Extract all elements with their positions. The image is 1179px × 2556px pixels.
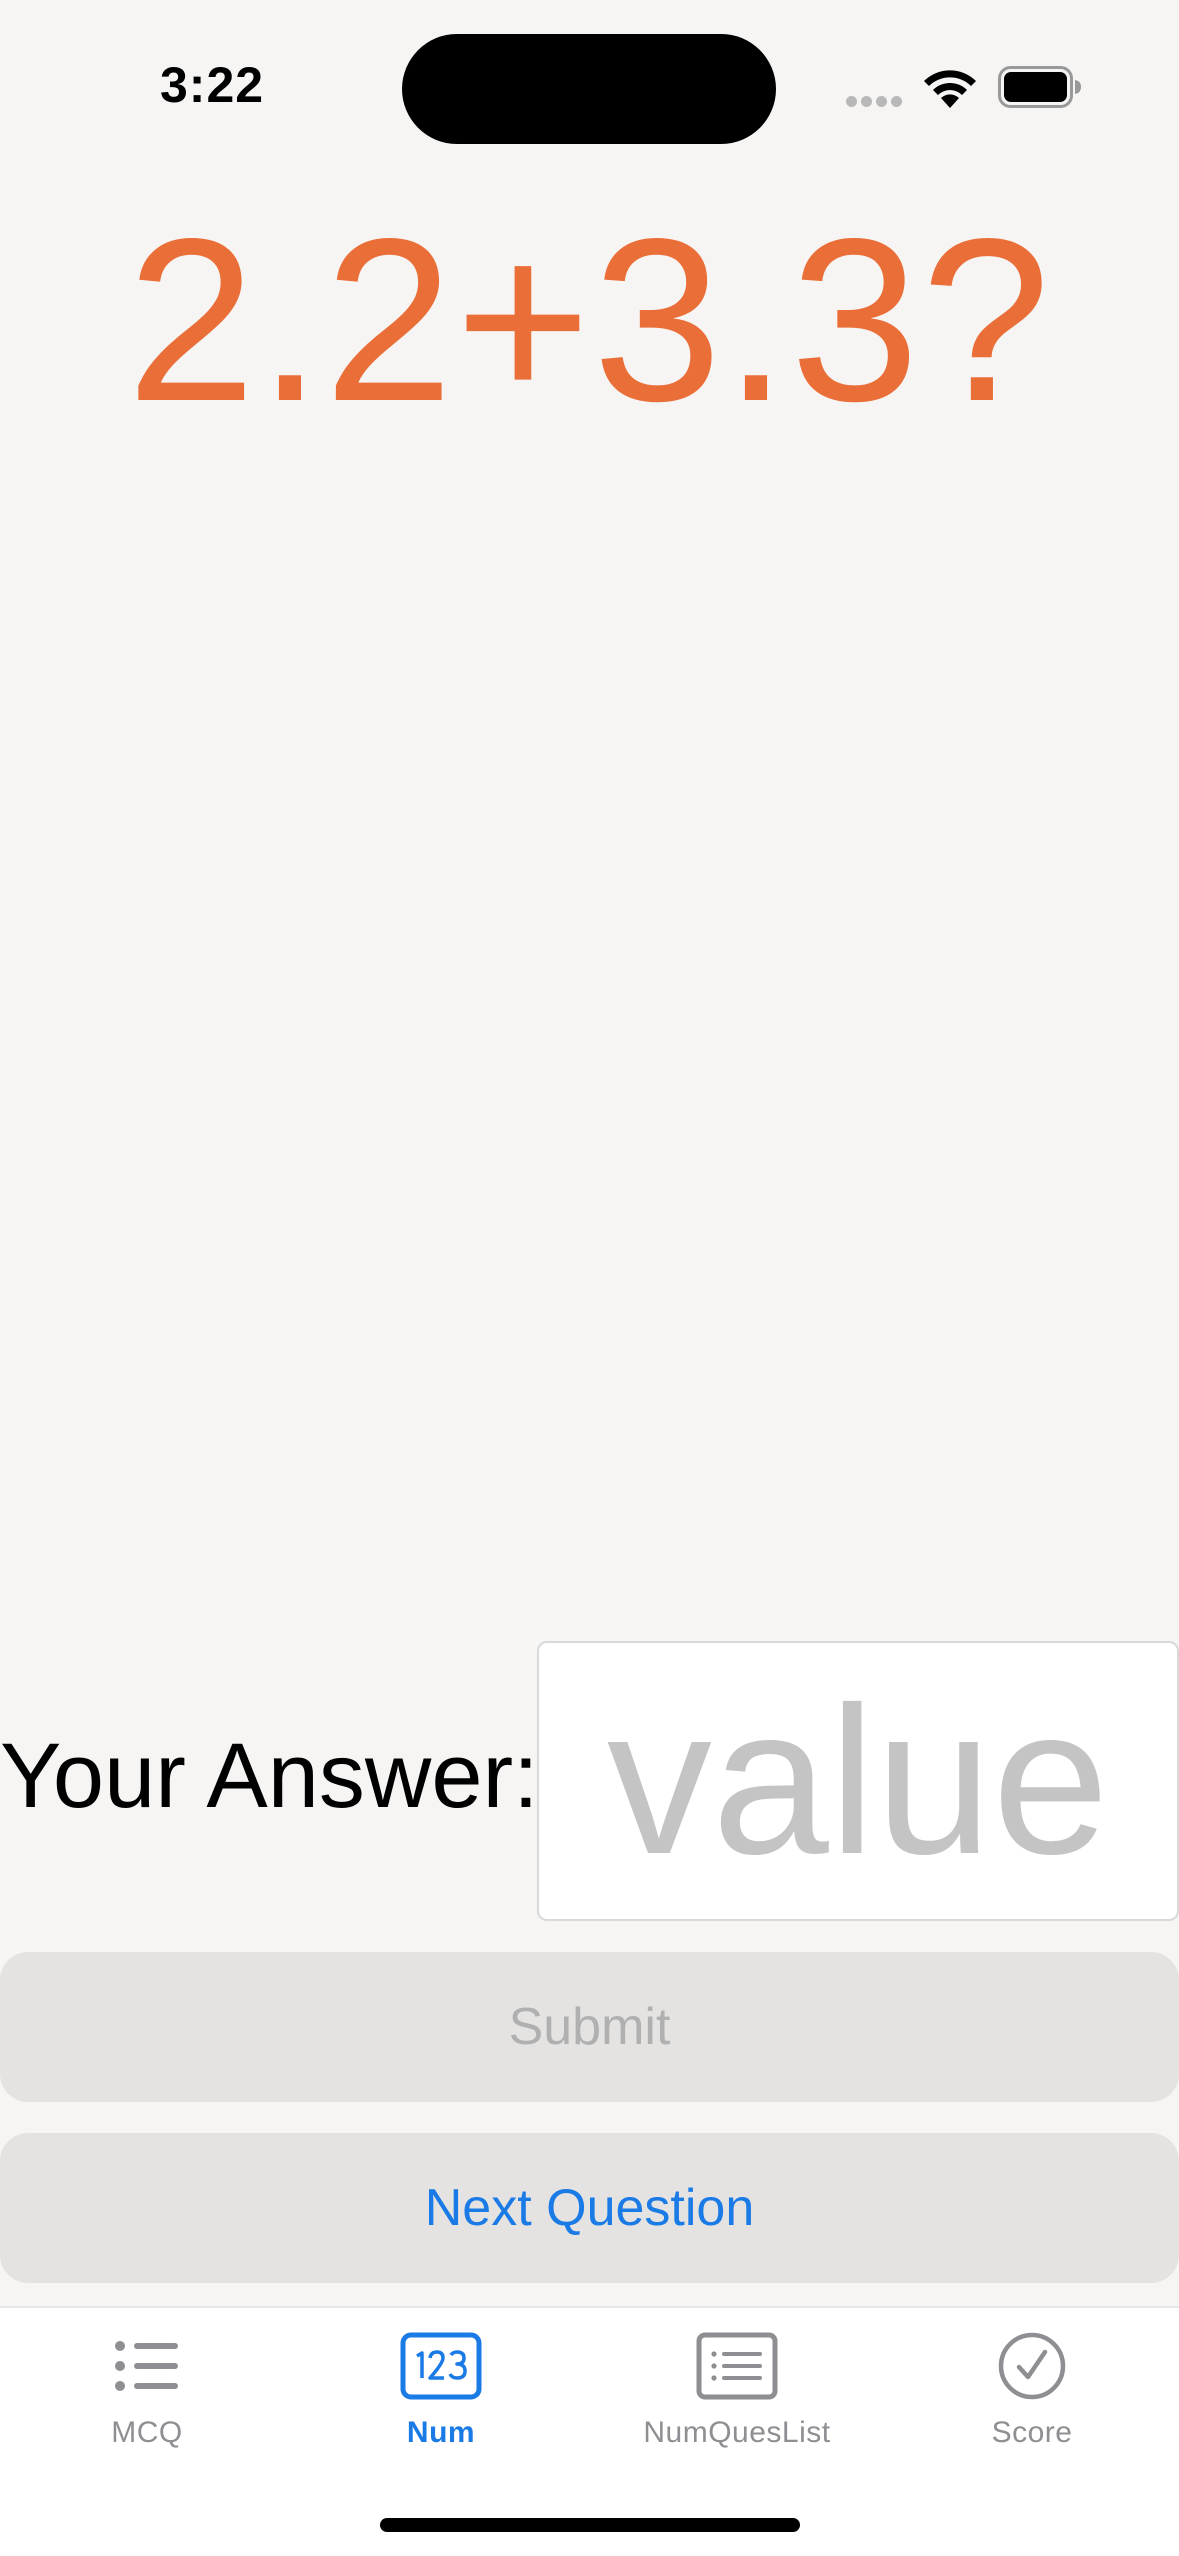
tab-num-label: Num (406, 2416, 476, 2449)
answer-label: Your Answer: (0, 1725, 539, 1827)
battery-icon (998, 66, 1081, 108)
wifi-icon (924, 70, 976, 108)
screen: 3:22 2.2+3.3? Your Answer: Submit Next Q… (0, 0, 1179, 2556)
tab-numqueslist[interactable]: NumQuesList (590, 2330, 884, 2480)
tab-mcq[interactable]: MCQ (0, 2330, 294, 2480)
answer-input[interactable] (537, 1641, 1179, 1921)
tab-numqueslist-label: NumQuesList (643, 2416, 831, 2449)
tab-mcq-label: MCQ (111, 2416, 183, 2449)
tab-score[interactable]: Score (885, 2330, 1179, 2480)
tab-score-label: Score (991, 2416, 1073, 2449)
tab-num[interactable]: Num (294, 2330, 588, 2480)
checkmark-circle-icon (998, 2332, 1066, 2400)
submit-button[interactable]: Submit (0, 1952, 1179, 2102)
number-123-icon (400, 2332, 482, 2400)
question-text: 2.2+3.3? (126, 191, 1053, 450)
cellular-signal-icon (846, 96, 904, 108)
status-time: 3:22 (160, 57, 265, 113)
next-question-button[interactable]: Next Question (0, 2133, 1179, 2283)
dynamic-island (402, 34, 776, 144)
list-bullet-icon (115, 2341, 178, 2391)
list-rectangle-icon (696, 2332, 778, 2400)
home-indicator (380, 2518, 800, 2532)
